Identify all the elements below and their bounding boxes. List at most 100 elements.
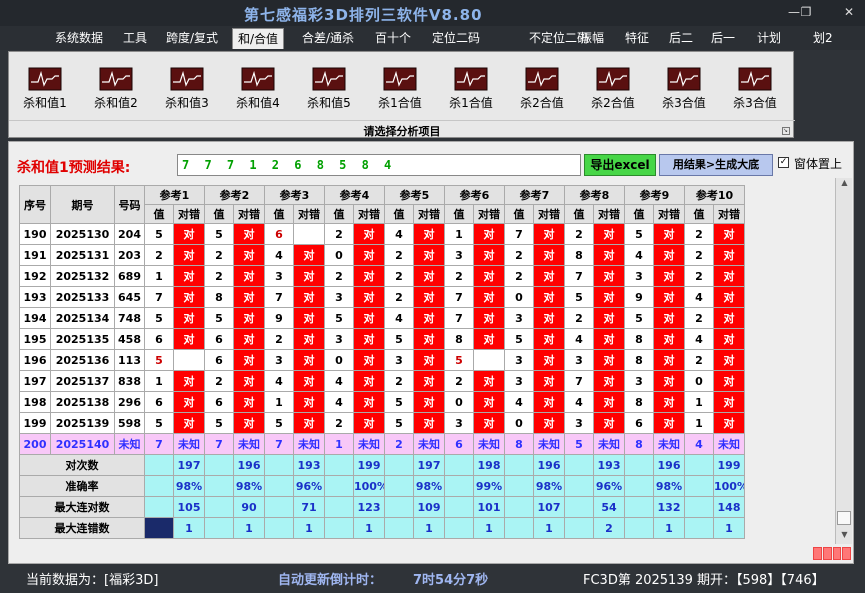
stats-spacer (684, 517, 714, 539)
cell-value: 4 (564, 391, 594, 413)
ribbon-button-0[interactable]: 杀和值1 (11, 67, 79, 115)
chart-icon (738, 67, 772, 91)
chart-icon (241, 67, 275, 91)
menu-item-5[interactable]: 百十个 (370, 28, 416, 49)
table-row[interactable]: 197 2025137 838 1 对 2 对 4 对 4 对 2 对 2 对 3 对 7 对 3 对 0 对 (19, 370, 745, 392)
cell-result: 对 (533, 286, 565, 308)
menu-item-3[interactable]: 和/合值 (232, 28, 285, 49)
table-row[interactable]: 193 2025133 645 7 对 8 对 7 对 3 对 2 对 7 对 0 对 5 对 9 对 4 对 (19, 286, 745, 308)
cell-result: 对 (593, 223, 625, 245)
stats-spacer (384, 517, 414, 539)
col-header-ref: 参考3 (264, 185, 325, 205)
menu-item-9[interactable]: 特征 (620, 28, 654, 49)
ribbon-button-10[interactable]: 杀3合值 (721, 67, 789, 115)
menu-item-12[interactable]: 计划 (752, 28, 786, 49)
ribbon-button-6[interactable]: 杀1合值 (437, 67, 505, 115)
ribbon-button-label: 杀3合值 (733, 96, 777, 110)
cell-value: 1 (444, 223, 474, 245)
stats-value: 1 (173, 517, 205, 539)
cell-period: 2025135 (50, 328, 115, 350)
cell-result: 对 (473, 391, 505, 413)
cell-result: 对 (653, 391, 685, 413)
table-row[interactable]: 198 2025138 296 6 对 6 对 1 对 4 对 5 对 0 对 4 对 4 对 8 对 1 对 (19, 391, 745, 413)
menu-item-8[interactable]: 振幅 (575, 28, 609, 49)
cell-value: 6 (204, 328, 234, 350)
cell-result: 对 (713, 244, 745, 266)
cell-result: 对 (653, 286, 685, 308)
stats-spacer (384, 475, 414, 497)
scroll-down-icon[interactable]: ▼ (836, 530, 853, 544)
cell-value: 8 (564, 244, 594, 266)
col-header-result: 对错 (713, 204, 745, 224)
table-row[interactable]: 192 2025132 689 1 对 2 对 3 对 2 对 2 对 2 对 2 对 7 对 3 对 2 对 (19, 265, 745, 287)
stats-spacer (504, 475, 534, 497)
menu-item-10[interactable]: 后二 (664, 28, 698, 49)
generate-base-button[interactable]: 用结果>生成大底 (659, 154, 773, 176)
stay-on-top-checkbox[interactable]: ✓ (778, 157, 789, 168)
stats-value: 1 (533, 517, 565, 539)
data-source-text: 当前数据为：[福彩3D] (26, 573, 159, 588)
export-excel-button[interactable]: 导出excel (584, 154, 656, 176)
cell-result: 对 (233, 370, 265, 392)
stats-value: 90 (233, 496, 265, 518)
stats-value: 101 (473, 496, 505, 518)
cell-number: 645 (114, 286, 145, 308)
menu-item-4[interactable]: 合差/通杀 (297, 28, 359, 49)
stats-value: 96% (293, 475, 325, 497)
cell-result: 对 (533, 265, 565, 287)
menu-item-1[interactable]: 工具 (118, 28, 152, 49)
ribbon-button-label: 杀1合值 (378, 96, 422, 110)
table-row[interactable]: 194 2025134 748 5 对 5 对 9 对 5 对 4 对 7 对 3 对 2 对 5 对 2 对 (19, 307, 745, 329)
cell-value: 3 (564, 349, 594, 371)
table-row[interactable]: 196 2025136 113 5 6 对 3 对 0 对 3 对 5 3 对 3 对 8 对 2 对 (19, 349, 745, 371)
scroll-thumb[interactable] (837, 511, 851, 525)
menu-item-2[interactable]: 跨度/复式 (161, 28, 223, 49)
menu-item-0[interactable]: 系统数据 (50, 28, 108, 49)
table-row[interactable]: 195 2025135 458 6 对 6 对 2 对 3 对 5 对 8 对 5 对 4 对 8 对 4 对 (19, 328, 745, 350)
ribbon-button-1[interactable]: 杀和值2 (82, 67, 150, 115)
ribbon-launcher-icon[interactable]: ↘ (782, 127, 790, 135)
ribbon-button-2[interactable]: 杀和值3 (153, 67, 221, 115)
ribbon-button-4[interactable]: 杀和值5 (295, 67, 363, 115)
chart-icon (454, 67, 488, 91)
ribbon-button-5[interactable]: 杀1合值 (366, 67, 434, 115)
scroll-up-icon[interactable]: ▲ (836, 178, 853, 192)
table-row[interactable]: 200 2025140 未知 7 未知 7 未知 7 未知 1 未知 2 未知 6 未知 8 未知 5 未知 8 未知 4… (19, 433, 745, 455)
cell-number: 203 (114, 244, 145, 266)
stats-value: 98% (533, 475, 565, 497)
restore-icon[interactable]: ❐ (795, 3, 817, 21)
ribbon-button-label: 杀和值4 (236, 96, 280, 110)
menu-item-11[interactable]: 后一 (706, 28, 740, 49)
menu-item-13[interactable]: 划2 (808, 28, 838, 49)
stats-value: 1 (353, 517, 385, 539)
ribbon-button-9[interactable]: 杀3合值 (650, 67, 718, 115)
stats-value: 2 (593, 517, 625, 539)
prediction-field[interactable]: 7 7 7 1 2 6 8 5 8 4 (177, 154, 581, 176)
menu-item-6[interactable]: 定位二码 (427, 28, 485, 49)
vertical-scrollbar[interactable]: ▲ ▼ (835, 178, 852, 544)
stats-spacer (624, 496, 654, 518)
col-header-result: 对错 (653, 204, 685, 224)
cell-result: 对 (713, 391, 745, 413)
ribbon-button-8[interactable]: 杀2合值 (579, 67, 647, 115)
stats-spacer (264, 475, 294, 497)
ribbon-button-label: 杀和值3 (165, 96, 209, 110)
table-row[interactable]: 191 2025131 203 2 对 2 对 4 对 0 对 2 对 3 对 2 对 8 对 4 对 2 对 (19, 244, 745, 266)
stats-spacer (204, 496, 234, 518)
stats-value: 1 (473, 517, 505, 539)
table-row[interactable]: 199 2025139 598 5 对 5 对 5 对 2 对 5 对 3 对 0 对 3 对 6 对 1 对 (19, 412, 745, 434)
stats-value: 98% (653, 475, 685, 497)
stats-value: 98% (173, 475, 205, 497)
ribbon-button-7[interactable]: 杀2合值 (508, 67, 576, 115)
table-row[interactable]: 190 2025130 204 5 对 5 对 6 2 对 4 对 1 对 7 对 2 对 5 对 2 对 (19, 223, 745, 245)
cell-value: 7 (444, 307, 474, 329)
stats-value: 197 (173, 454, 205, 476)
cell-value: 2 (204, 370, 234, 392)
ribbon-button-3[interactable]: 杀和值4 (224, 67, 292, 115)
col-header-number: 号码 (114, 185, 145, 224)
cell-value: 5 (444, 349, 474, 371)
cell-result: 对 (593, 265, 625, 287)
close-icon[interactable]: ✕ (838, 3, 860, 21)
cell-result: 对 (173, 286, 205, 308)
cell-result: 对 (173, 370, 205, 392)
